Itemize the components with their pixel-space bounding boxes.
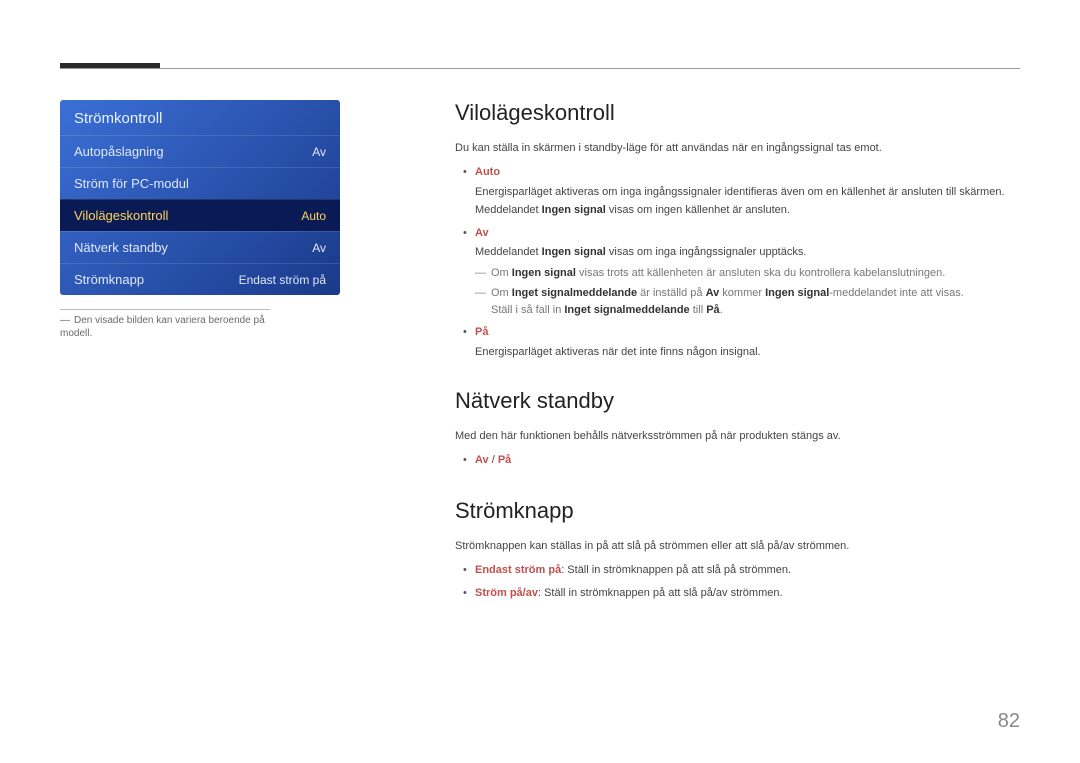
bold-term: Inget signalmeddelande: [512, 287, 637, 299]
menu-label: Ström för PC-modul: [74, 176, 189, 191]
option-desc: Meddelandet Ingen signal visas om ingen …: [475, 202, 1020, 219]
menu-label: Vilolägeskontroll: [74, 208, 168, 223]
bold-term: På: [706, 304, 719, 316]
left-column: Strömkontroll Autopåslagning Av Ström fö…: [60, 100, 340, 340]
header-divider: [60, 68, 1020, 69]
sub-note: Om Inget signalmeddelande är inställd på…: [491, 285, 1020, 318]
option-label-pa: På: [475, 326, 488, 338]
bullet-list: Endast ström på: Ställ in strömknappen p…: [455, 562, 1020, 603]
bullet-strom-pa-av: Ström på/av: Ställ in strömknappen på at…: [475, 585, 1020, 603]
bullet-av: Av Meddelandet Ingen signal visas om ing…: [475, 225, 1020, 319]
menu-value: Auto: [301, 209, 326, 223]
bullet-auto: Auto Energisparläget aktiveras om inga i…: [475, 164, 1020, 219]
separator: /: [489, 454, 498, 466]
page-number: 82: [998, 710, 1020, 733]
section-natverk-standby: Nätverk standby Med den här funktionen b…: [455, 388, 1020, 470]
bold-term: Av: [706, 287, 720, 299]
text-fragment: Om: [491, 287, 512, 299]
bold-term: Ingen signal: [542, 246, 606, 258]
bullet-av-pa: Av / På: [475, 452, 1020, 470]
bullet-list: Av / På: [455, 452, 1020, 470]
menu-value: Av: [312, 145, 326, 159]
option-desc: Energisparläget aktiveras om inga ingång…: [475, 184, 1020, 201]
sub-note: Om Ingen signal visas trots att källenhe…: [491, 265, 1020, 282]
right-column: Vilolägeskontroll Du kan ställa in skärm…: [455, 100, 1020, 631]
menu-row-autopaslagning: Autopåslagning Av: [60, 135, 340, 167]
text-fragment: Om: [491, 267, 512, 279]
menu-label: Autopåslagning: [74, 144, 164, 159]
text-fragment: är inställd på: [637, 287, 705, 299]
menu-row-natverk-standby: Nätverk standby Av: [60, 231, 340, 263]
text-fragment: visas trots att källenheten är ansluten …: [576, 267, 945, 279]
text-fragment: kommer: [719, 287, 765, 299]
text-fragment: Ställ i så fall in: [491, 304, 564, 316]
menu-value: Av: [312, 241, 326, 255]
section-title: Vilolägeskontroll: [455, 100, 1020, 126]
text-fragment: Meddelandet: [475, 246, 542, 258]
bold-term: Ingen signal: [542, 204, 606, 216]
section-intro: Du kan ställa in skärmen i standby-läge …: [455, 142, 1020, 154]
text-fragment: -meddelandet inte att visas.: [829, 287, 964, 299]
text-fragment: till: [690, 304, 707, 316]
menu-row-vilolageskontroll: Vilolägeskontroll Auto: [60, 199, 340, 231]
header-tab-marker: [60, 63, 160, 68]
menu-label: Strömknapp: [74, 272, 144, 287]
section-intro: Strömknappen kan ställas in på att slå p…: [455, 540, 1020, 552]
text-fragment: Meddelandet: [475, 204, 542, 216]
menu-title: Strömkontroll: [60, 100, 340, 135]
option-text: : Ställ in strömknappen på att slå på st…: [561, 564, 791, 576]
option-label-av: Av: [475, 454, 489, 466]
bullet-pa: På Energisparläget aktiveras när det int…: [475, 324, 1020, 360]
footnote-dash: ―: [60, 314, 70, 327]
section-vilolageskontroll: Vilolägeskontroll Du kan ställa in skärm…: [455, 100, 1020, 360]
menu-row-stromknapp: Strömknapp Endast ström på: [60, 263, 340, 295]
menu-label: Nätverk standby: [74, 240, 168, 255]
menu-value: Endast ström på: [239, 273, 326, 287]
menu-panel: Strömkontroll Autopåslagning Av Ström fö…: [60, 100, 340, 295]
option-label-auto: Auto: [475, 166, 500, 178]
bold-term: Ingen signal: [765, 287, 829, 299]
option-label: Endast ström på: [475, 564, 561, 576]
option-desc: Meddelandet Ingen signal visas om inga i…: [475, 244, 1020, 261]
section-intro: Med den här funktionen behålls nätverkss…: [455, 430, 1020, 442]
image-footnote: ―Den visade bilden kan variera beroende …: [60, 309, 270, 340]
section-stromknapp: Strömknapp Strömknappen kan ställas in p…: [455, 498, 1020, 603]
bold-term: Inget signalmeddelande: [564, 304, 689, 316]
option-label-av: Av: [475, 227, 489, 239]
text-fragment: visas om ingen källenhet är ansluten.: [606, 204, 790, 216]
footnote-text: Den visade bilden kan variera beroende p…: [60, 315, 265, 339]
option-text: : Ställ in strömknappen på att slå på/av…: [538, 587, 783, 599]
menu-row-strom-pc-modul: Ström för PC-modul: [60, 167, 340, 199]
text-fragment: .: [720, 304, 723, 316]
option-desc: Energisparläget aktiveras när det inte f…: [475, 344, 1020, 361]
section-title: Strömknapp: [455, 498, 1020, 524]
option-label-pa: På: [498, 454, 511, 466]
option-label: Ström på/av: [475, 587, 538, 599]
text-fragment: visas om inga ingångssignaler upptäcks.: [606, 246, 807, 258]
bullet-endast-strom-pa: Endast ström på: Ställ in strömknappen p…: [475, 562, 1020, 580]
bold-term: Ingen signal: [512, 267, 576, 279]
section-title: Nätverk standby: [455, 388, 1020, 414]
bullet-list: Auto Energisparläget aktiveras om inga i…: [455, 164, 1020, 360]
